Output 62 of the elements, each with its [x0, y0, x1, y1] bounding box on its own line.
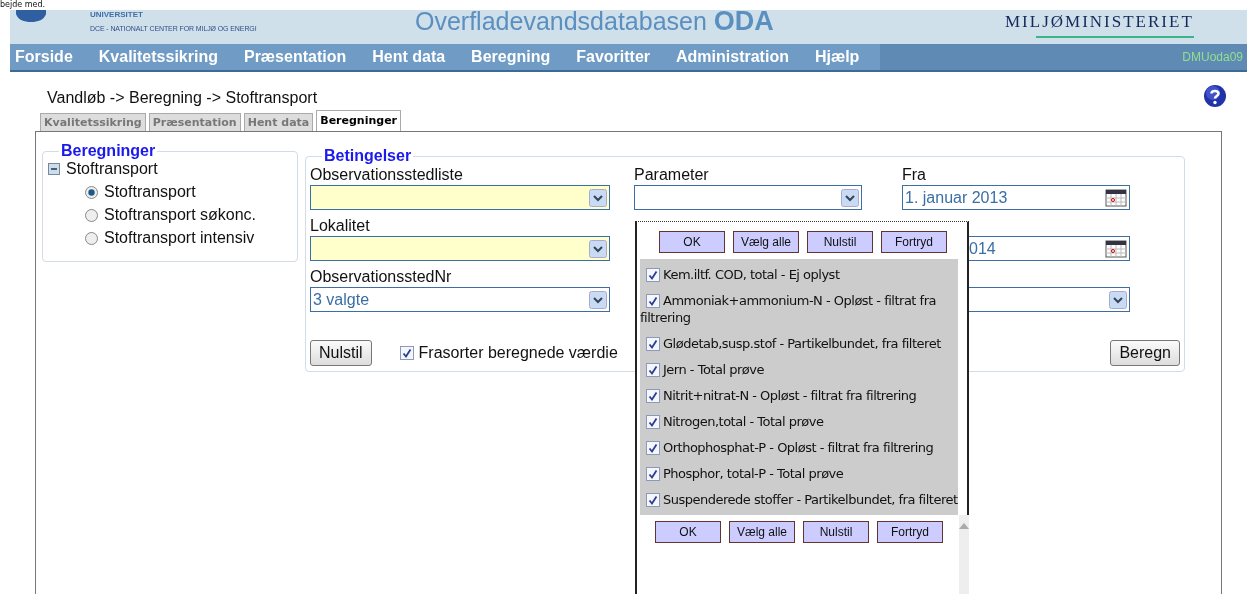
checkbox[interactable] [646, 441, 660, 455]
crest-icon [16, 10, 46, 22]
select-field[interactable] [634, 185, 862, 210]
tab[interactable]: Beregninger [316, 110, 402, 131]
compute-button[interactable]: Beregn [1110, 340, 1180, 366]
user-name: DMUoda09 [1182, 50, 1243, 64]
ministry-name: MILJØMINISTERIET [1005, 12, 1194, 32]
checkbox[interactable] [646, 294, 660, 308]
help-icon[interactable] [1203, 84, 1227, 108]
cut-off-text: bejde med. [0, 0, 46, 9]
checkbox[interactable] [399, 346, 414, 360]
breadcrumb: Vandløb -> Beregning -> Stoftransport [47, 89, 318, 107]
calendar-icon[interactable] [1105, 188, 1127, 207]
radio-label[interactable]: Stoftransport intensiv [104, 229, 255, 247]
checkbox[interactable] [646, 268, 660, 282]
reset-button[interactable]: Nulstil [310, 340, 372, 366]
option-label[interactable]: Nitrogen,total - Total prøve [640, 413, 958, 430]
option-label[interactable]: Orthophosphat-P - Opløst - filtrat fra filtrering [640, 439, 958, 456]
dropdown-button[interactable]: Nulstil [807, 231, 873, 253]
field-label: Fra [902, 165, 927, 185]
dropdown-button[interactable]: Nulstil [803, 521, 869, 543]
radio-button[interactable] [85, 185, 98, 199]
field-label: Observationsstedliste [310, 165, 464, 185]
collapse-icon[interactable] [48, 163, 60, 175]
checkbox[interactable] [646, 337, 660, 351]
dropdown-button[interactable]: OK [655, 521, 721, 543]
site-title: Overfladevandsdatabasen ODA [415, 10, 775, 34]
calendar-icon[interactable] [1105, 239, 1127, 258]
university-name: UNIVERSITET [90, 10, 143, 19]
option-label[interactable]: Nitrit+nitrat-N - Opløst - filtrat fra filtrering [640, 387, 958, 404]
option-label[interactable]: Glødetab,susp.stof - Partikelbundet, fra filteret [640, 335, 958, 352]
dropdown-button[interactable]: Vælg alle [729, 521, 795, 543]
tree-node[interactable]: Stoftransport [66, 160, 158, 178]
radio-label[interactable]: Stoftransport søkonc. [104, 206, 257, 224]
checkbox[interactable] [646, 363, 660, 377]
scrollbar[interactable] [959, 515, 969, 594]
panel-legend: Beregninger [59, 142, 158, 160]
field-label: Lokalitet [310, 216, 371, 236]
checkbox[interactable] [646, 467, 660, 481]
radio-label[interactable]: Stoftransport [104, 183, 196, 201]
date-field[interactable]: 1. januar 2013 [902, 185, 1130, 210]
dropdown-button[interactable]: Fortryd [881, 231, 947, 253]
panel-legend: Betingelser [322, 147, 414, 165]
checkbox-label[interactable]: Frasorter beregnede værdie [418, 344, 618, 362]
option-label[interactable]: Ammoniak+ammonium-N - Opløst - filtrat fra filtrering [640, 292, 958, 326]
radio-button[interactable] [85, 231, 98, 245]
checkbox[interactable] [646, 389, 660, 403]
option-label[interactable]: Suspenderede stoffer - Partikelbundet, fra filteret [640, 491, 958, 508]
select-field[interactable]: 3 valgte [310, 287, 610, 312]
option-label[interactable]: Kem.iltf. COD, total - Ej oplyst [640, 266, 958, 283]
select-field[interactable] [310, 236, 610, 261]
dropdown-button[interactable]: Fortryd [877, 521, 943, 543]
dropdown-button[interactable]: Vælg alle [733, 231, 799, 253]
checkbox[interactable] [646, 493, 660, 507]
select-field[interactable] [310, 185, 610, 210]
checkbox[interactable] [646, 415, 660, 429]
option-label[interactable]: Jern - Total prøve [640, 361, 958, 378]
field-label: ObservationsstedNr [310, 267, 453, 287]
field-label: Parameter [634, 165, 710, 185]
radio-button[interactable] [85, 208, 98, 222]
option-label[interactable]: Phosphor, total-P - Total prøve [640, 465, 958, 482]
dropdown-button[interactable]: OK [659, 231, 725, 253]
